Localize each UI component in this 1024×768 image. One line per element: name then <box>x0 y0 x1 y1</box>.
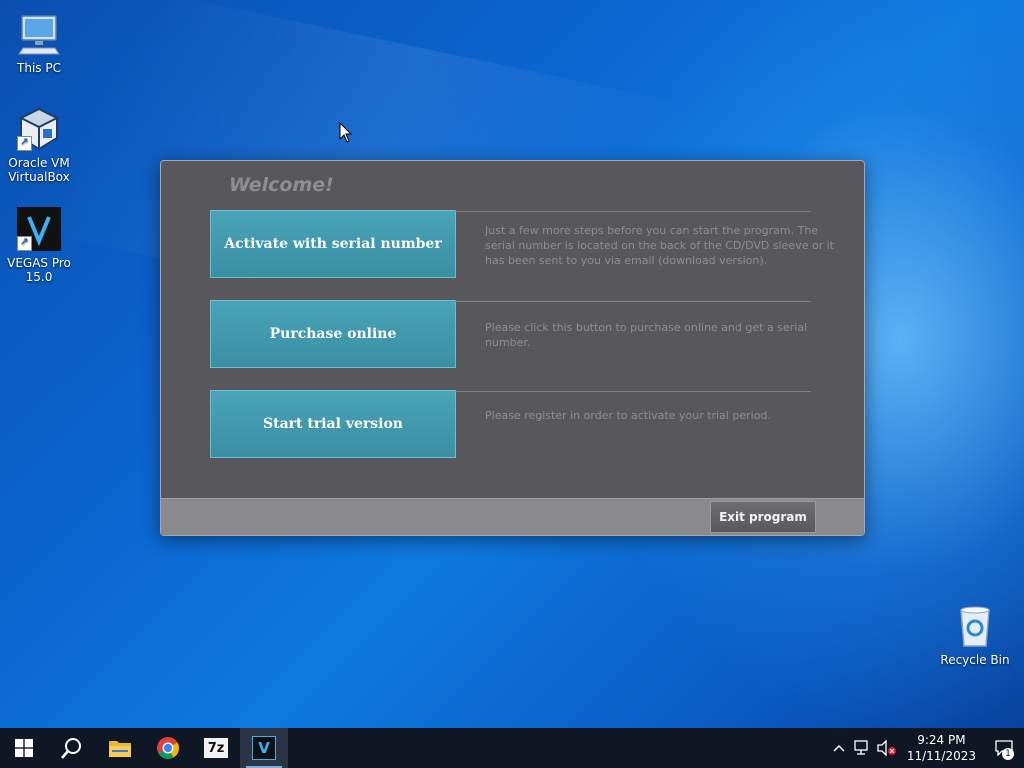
clock-time: 9:24 PM <box>917 733 966 747</box>
network-button[interactable] <box>851 728 875 768</box>
volume-muted-icon <box>877 740 896 756</box>
activate-serial-button[interactable]: Activate with serial number <box>210 210 456 278</box>
windows-logo-icon <box>15 739 33 757</box>
clock-date: 11/11/2023 <box>906 749 976 763</box>
network-icon <box>854 740 868 755</box>
desktop-icon-virtualbox[interactable]: ↗ Oracle VM VirtualBox <box>1 105 77 184</box>
7zip-button[interactable]: 7z <box>192 728 240 768</box>
desktop-icon-label: Recycle Bin <box>940 653 1010 667</box>
desktop-icon-vegas-pro[interactable]: ↗ VEGAS Pro 15.0 <box>1 205 77 284</box>
start-button[interactable] <box>0 728 48 768</box>
exit-program-button[interactable]: Exit program <box>710 501 816 533</box>
computer-icon <box>15 10 63 58</box>
welcome-heading: Welcome! <box>229 174 334 196</box>
activate-serial-description: Just a few more steps before you can sta… <box>485 224 835 267</box>
divider <box>455 391 811 392</box>
desktop-icon-recycle-bin[interactable]: Recycle Bin <box>937 602 1013 667</box>
desktop-icon-label: Oracle VM VirtualBox <box>8 156 70 184</box>
recycle-bin-icon <box>951 602 999 650</box>
7zip-icon: 7z <box>204 738 228 758</box>
action-center-button[interactable]: 1 <box>984 728 1024 768</box>
shortcut-arrow-icon: ↗ <box>17 236 32 251</box>
desktop-icon-label: This PC <box>17 61 61 75</box>
chrome-icon <box>157 737 179 759</box>
taskbar: 7z V 9:24 PM 11/11/2023 1 <box>0 728 1024 768</box>
vegas-taskbar-button[interactable]: V <box>240 728 288 768</box>
mouse-cursor-icon <box>339 122 353 143</box>
virtualbox-icon: ↗ <box>15 105 63 153</box>
taskbar-clock[interactable]: 9:24 PM 11/11/2023 <box>899 732 984 764</box>
chevron-up-icon <box>833 744 845 752</box>
activation-dialog: Welcome! Activate with serial number Jus… <box>160 160 865 536</box>
start-trial-description: Please register in order to activate you… <box>485 409 771 422</box>
system-tray: 9:24 PM 11/11/2023 1 <box>827 728 1024 768</box>
vegas-icon: V <box>252 736 276 760</box>
divider <box>455 211 811 212</box>
purchase-online-description: Please click this button to purchase onl… <box>485 321 808 349</box>
vegas-pro-icon: ↗ <box>15 205 63 253</box>
desktop-icon-label: VEGAS Pro 15.0 <box>7 256 71 284</box>
divider <box>455 301 811 302</box>
show-hidden-icons-button[interactable] <box>827 728 851 768</box>
search-icon <box>61 738 81 759</box>
shortcut-arrow-icon: ↗ <box>17 136 32 151</box>
start-trial-button[interactable]: Start trial version <box>210 390 456 458</box>
folder-icon <box>109 741 131 757</box>
purchase-online-button[interactable]: Purchase online <box>210 300 456 368</box>
desktop-icon-this-pc[interactable]: This PC <box>1 10 77 75</box>
file-explorer-button[interactable] <box>96 728 144 768</box>
notification-count-badge: 1 <box>1002 748 1014 760</box>
dialog-footer: Exit program <box>161 498 864 535</box>
volume-button[interactable] <box>875 728 899 768</box>
search-button[interactable] <box>48 728 96 768</box>
chrome-button[interactable] <box>144 728 192 768</box>
